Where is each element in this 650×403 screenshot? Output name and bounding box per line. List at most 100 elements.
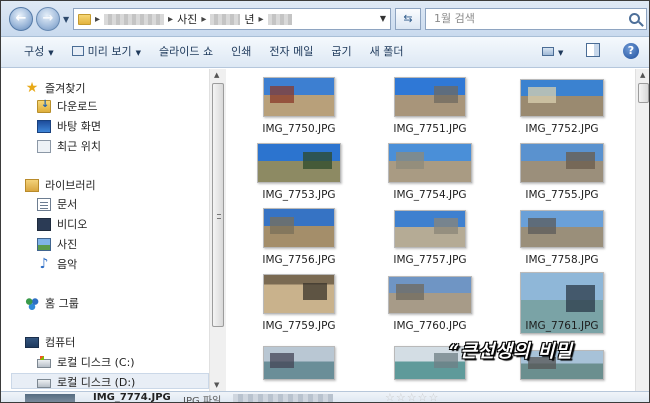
organize-button[interactable]: 구성 ▼ [15, 41, 63, 63]
scroll-up-arrow-icon[interactable]: ▲ [640, 71, 645, 79]
photo-filename[interactable]: IMG_7761.JPG [508, 320, 616, 332]
new-folder-button[interactable]: 새 폴더 [361, 41, 413, 63]
nav-favorites[interactable]: ★ 즐겨찾기 [25, 79, 86, 97]
nav-desktop-label: 바탕 화면 [57, 120, 101, 133]
search-input[interactable]: 1월 검색 [425, 8, 647, 30]
photo-filename[interactable]: IMG_7760.JPG [376, 320, 484, 332]
help-icon[interactable]: ? [623, 43, 639, 59]
photo-detail [527, 87, 557, 104]
nav-libraries-label: 라이브러리 [45, 179, 96, 192]
scrollbar-thumb[interactable] [212, 83, 224, 327]
nav-local-disk-d[interactable]: 로컬 디스크 (D:) [37, 373, 135, 391]
photo-filename[interactable]: IMG_7756.JPG [245, 254, 353, 266]
photo-thumbnail[interactable] [263, 274, 335, 314]
navigation-scrollbar[interactable]: ▲ ▼ [209, 69, 226, 391]
file-list-area: IMG_7750.JPG IMG_7751.JPG IMG_7752.JPG IMG_… [227, 69, 635, 391]
photo-thumbnail[interactable] [388, 143, 472, 183]
nav-recent[interactable]: 최근 위치 [37, 137, 101, 155]
downloads-folder-icon [37, 99, 51, 113]
recent-places-icon [37, 139, 51, 153]
selected-file-type: JPG 파일 [183, 396, 222, 403]
breadcrumb-separator[interactable]: ▸ [258, 14, 263, 25]
print-button[interactable]: 인쇄 [222, 41, 260, 63]
photo-filename[interactable]: IMG_7754.JPG [376, 189, 484, 201]
content-scrollbar[interactable]: ▲ [635, 69, 649, 391]
breadcrumb-separator[interactable]: ▸ [168, 14, 173, 25]
scroll-down-arrow-icon[interactable]: ▼ [214, 381, 219, 389]
photo-thumbnail[interactable] [388, 276, 472, 314]
photo-thumbnail[interactable] [394, 210, 466, 248]
change-view-button[interactable]: ▼ [533, 41, 572, 63]
photo-thumbnail[interactable] [394, 77, 466, 117]
slideshow-button[interactable]: 슬라이드 쇼 [150, 41, 222, 63]
nav-videos-label: 비디오 [57, 218, 88, 231]
photo-thumbnail[interactable] [520, 143, 604, 183]
search-icon[interactable] [629, 13, 640, 24]
redacted-detail [233, 394, 333, 402]
nav-videos[interactable]: 비디오 [37, 215, 87, 233]
folder-icon [78, 13, 91, 25]
nav-downloads-label: 다운로드 [57, 100, 98, 113]
recent-pages-dropdown[interactable]: ▼ [63, 15, 69, 24]
nav-pictures[interactable]: 사진 [37, 235, 77, 253]
photo-thumbnail[interactable] [520, 79, 604, 117]
breadcrumb-separator[interactable]: ▸ [201, 14, 206, 25]
breadcrumb-redacted[interactable] [104, 13, 165, 25]
address-path[interactable]: ▸ ▸ 사진 ▸ 년 ▸ ▼ [73, 8, 391, 30]
photo-thumbnail[interactable] [263, 77, 335, 117]
preview-pane-toggle-icon[interactable] [586, 43, 600, 57]
nav-desktop[interactable]: 바탕 화면 [37, 117, 101, 135]
photo-thumbnail[interactable] [520, 210, 604, 248]
breadcrumb-year[interactable]: 년 [244, 11, 254, 27]
nav-music[interactable]: ♪ 음악 [37, 255, 78, 273]
scrollbar-thumb[interactable] [638, 83, 649, 103]
nav-local-c-label: 로컬 디스크 (C:) [57, 356, 135, 369]
nav-favorites-label: 즐겨찾기 [45, 82, 86, 95]
refresh-button[interactable]: ⇆ [395, 8, 421, 30]
photo-detail [269, 353, 295, 368]
nav-local-disk-c[interactable]: 로컬 디스크 (C:) [37, 353, 135, 371]
breadcrumb-pictures[interactable]: 사진 [177, 11, 197, 27]
photo-detail [302, 282, 327, 300]
chevron-down-icon: ▼ [558, 49, 564, 57]
nav-recent-label: 최근 위치 [57, 140, 101, 153]
rating-stars[interactable]: ☆☆☆☆☆ [385, 392, 439, 402]
scroll-up-arrow-icon[interactable]: ▲ [214, 71, 219, 79]
address-bar-area: ← → ▼ ▸ ▸ 사진 ▸ 년 ▸ ▼ ⇆ 1월 검색 [1, 1, 649, 37]
view-icon [542, 47, 554, 56]
photo-thumbnail[interactable] [257, 143, 341, 183]
photo-detail [395, 151, 425, 169]
watermark-text: “큰선생의 비밀 [449, 341, 573, 362]
nav-documents[interactable]: 문서 [37, 195, 77, 213]
organize-label: 구성 [24, 45, 45, 58]
address-dropdown-arrow[interactable]: ▼ [380, 14, 386, 23]
nav-homegroup[interactable]: 홈 그룹 [25, 294, 79, 312]
breadcrumb-redacted[interactable] [267, 13, 292, 25]
photo-filename[interactable]: IMG_7758.JPG [508, 254, 616, 266]
photo-filename[interactable]: IMG_7751.JPG [376, 123, 484, 135]
photo-filename[interactable]: IMG_7752.JPG [508, 123, 616, 135]
preview-button[interactable]: 미리 보기 ▼ [63, 41, 150, 63]
print-label: 인쇄 [231, 45, 252, 58]
forward-button[interactable]: → [36, 7, 60, 31]
photo-thumbnail[interactable] [263, 346, 335, 380]
photo-filename[interactable]: IMG_7759.JPG [245, 320, 353, 332]
burn-button[interactable]: 굽기 [322, 41, 360, 63]
photo-detail [433, 85, 458, 103]
photo-detail [566, 151, 595, 169]
drive-icon [37, 379, 51, 388]
breadcrumb-separator[interactable]: ▸ [95, 14, 100, 25]
photo-filename[interactable]: IMG_7753.JPG [245, 189, 353, 201]
nav-computer[interactable]: 컴퓨터 [25, 333, 75, 351]
photo-filename[interactable]: IMG_7757.JPG [376, 254, 484, 266]
email-button[interactable]: 전자 메일 [260, 41, 322, 63]
nav-libraries[interactable]: 라이브러리 [25, 176, 96, 194]
preview-icon [71, 46, 84, 56]
photo-filename[interactable]: IMG_7755.JPG [508, 189, 616, 201]
breadcrumb-redacted[interactable] [210, 13, 241, 25]
command-bar: 구성 ▼ 미리 보기 ▼ 슬라이드 쇼 인쇄 전자 메일 굽기 새 폴더 ▼ ? [1, 37, 649, 68]
back-button[interactable]: ← [9, 7, 33, 31]
photo-filename[interactable]: IMG_7750.JPG [245, 123, 353, 135]
photo-thumbnail[interactable] [263, 208, 335, 248]
nav-downloads[interactable]: 다운로드 [37, 97, 97, 115]
